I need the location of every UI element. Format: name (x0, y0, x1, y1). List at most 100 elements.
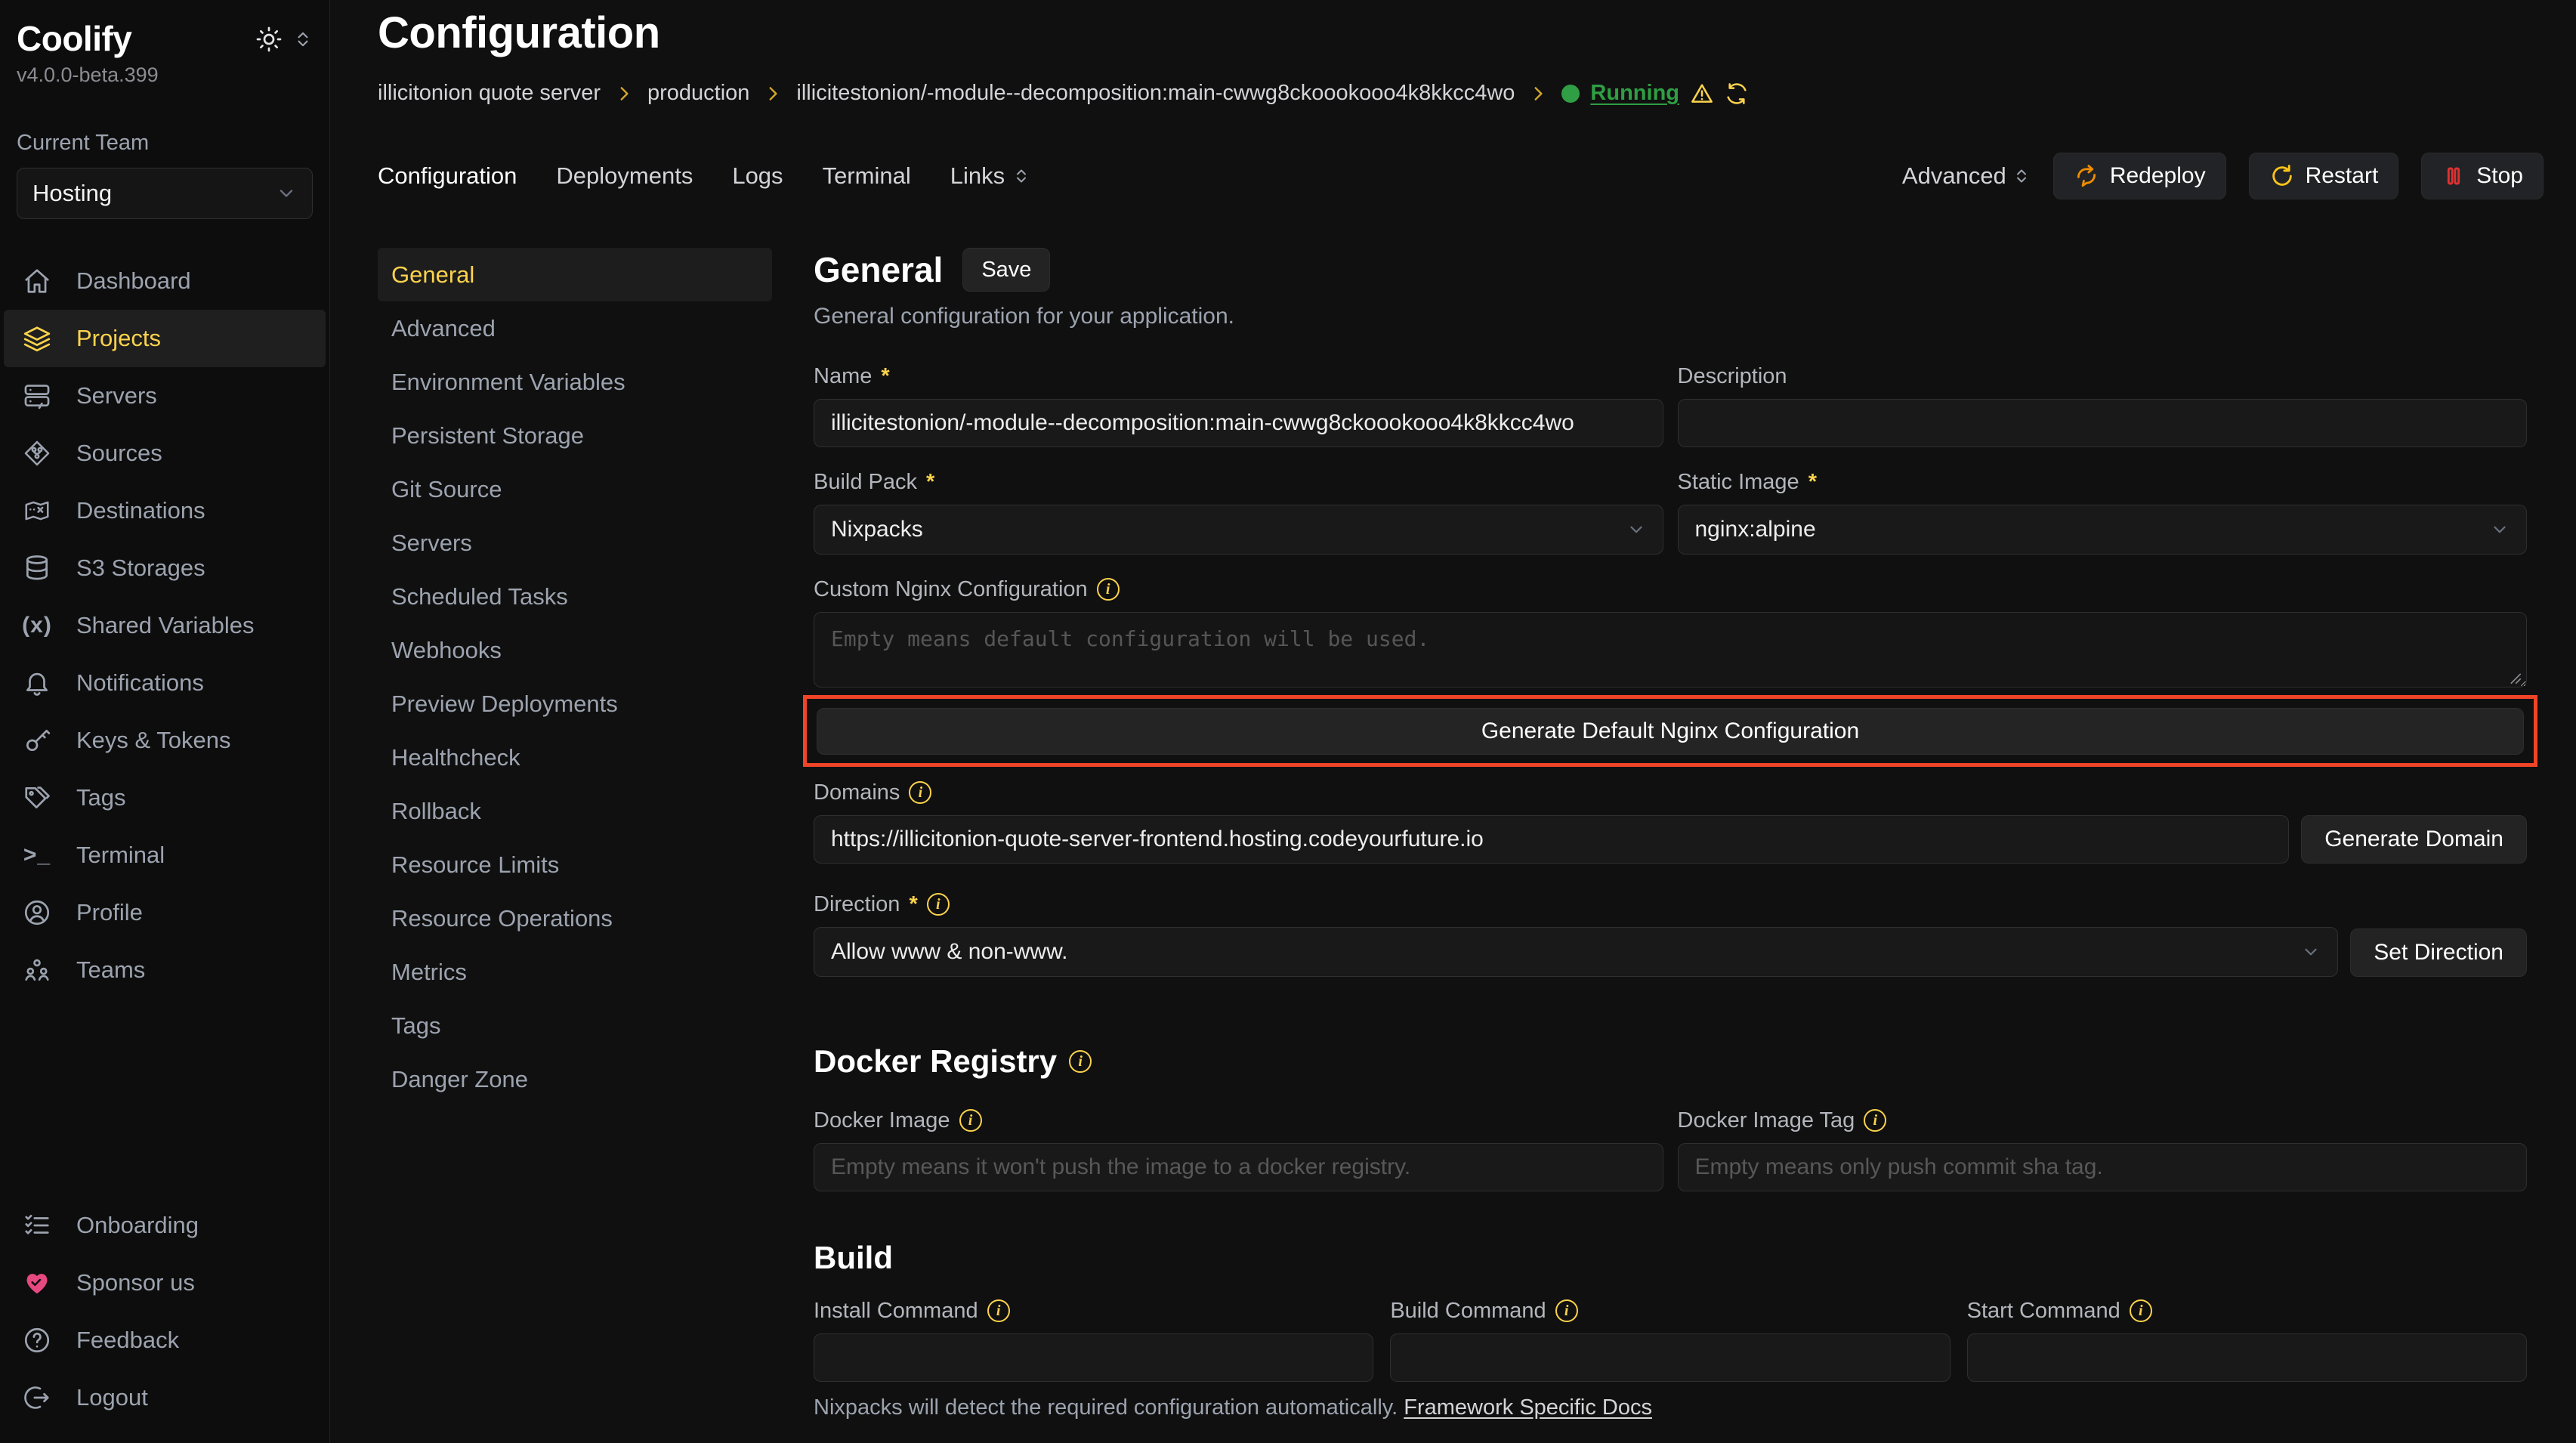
advanced-toggle-label: Advanced (1902, 162, 2006, 190)
sidebar-item-sponsor[interactable]: Sponsor us (4, 1254, 326, 1312)
subnav-metrics[interactable]: Metrics (378, 945, 772, 999)
required-marker: * (926, 470, 934, 495)
subnav-servers[interactable]: Servers (378, 516, 772, 570)
subnav-resource-limits[interactable]: Resource Limits (378, 838, 772, 891)
custom-nginx-textarea[interactable] (814, 612, 2527, 688)
chevrons-up-down-icon (2012, 167, 2031, 185)
redeploy-icon (2074, 163, 2099, 189)
main-content: Configuration illicitonion quote server … (330, 0, 2576, 1443)
install-command-input[interactable] (814, 1333, 1373, 1382)
restart-button[interactable]: Restart (2249, 153, 2399, 199)
build-heading: Build (814, 1240, 893, 1276)
config-subnav: General Advanced Environment Variables P… (378, 248, 772, 1106)
generate-domain-button[interactable]: Generate Domain (2301, 815, 2527, 864)
team-select[interactable]: Hosting (17, 168, 313, 219)
sidebar-item-servers[interactable]: Servers (4, 367, 326, 425)
subnav-webhooks[interactable]: Webhooks (378, 623, 772, 677)
status-badge[interactable]: Running (1590, 81, 1679, 106)
refresh-icon[interactable] (1725, 82, 1749, 106)
breadcrumb-application[interactable]: illicitestonion/-module--decomposition:m… (796, 81, 1515, 106)
breadcrumb-project[interactable]: illicitonion quote server (378, 81, 601, 106)
subnav-rollback[interactable]: Rollback (378, 784, 772, 838)
framework-docs-link[interactable]: Framework Specific Docs (1404, 1395, 1652, 1420)
terminal-icon: >_ (22, 842, 52, 868)
advanced-toggle[interactable]: Advanced (1902, 162, 2031, 190)
sidebar-item-feedback[interactable]: Feedback (4, 1312, 326, 1369)
docker-image-label: Docker Image (814, 1108, 950, 1133)
static-image-select[interactable]: nginx:alpine (1678, 505, 2528, 555)
direction-value: Allow www & non-www. (831, 939, 1067, 965)
build-pack-select[interactable]: Nixpacks (814, 505, 1663, 555)
sidebar-item-onboarding[interactable]: Onboarding (4, 1197, 326, 1254)
breadcrumb-environment[interactable]: production (647, 81, 749, 106)
sidebar-item-destinations[interactable]: Destinations (4, 482, 326, 539)
heart-icon (22, 1268, 52, 1297)
sidebar-footer: Onboarding Sponsor us Feedback Logout (0, 1197, 329, 1426)
generate-nginx-config-button[interactable]: Generate Default Nginx Configuration (817, 708, 2524, 755)
subnav-environment-variables[interactable]: Environment Variables (378, 355, 772, 409)
subnav-general[interactable]: General (378, 248, 772, 301)
custom-nginx-label: Custom Nginx Configuration (814, 577, 1088, 602)
sidebar-item-notifications[interactable]: Notifications (4, 654, 326, 712)
subnav-resource-operations[interactable]: Resource Operations (378, 891, 772, 945)
sidebar-item-projects[interactable]: Projects (4, 310, 326, 367)
sidebar-item-label: Profile (76, 899, 143, 926)
sidebar-item-teams[interactable]: Teams (4, 941, 326, 999)
annotation-highlight-box: Generate Default Nginx Configuration (803, 695, 2537, 767)
start-command-label: Start Command (1967, 1299, 2120, 1324)
required-marker: * (881, 364, 889, 389)
sidebar-item-label: S3 Storages (76, 555, 205, 582)
domains-input[interactable] (814, 815, 2289, 864)
subnav-persistent-storage[interactable]: Persistent Storage (378, 409, 772, 462)
description-input[interactable] (1678, 399, 2528, 447)
subnav-scheduled-tasks[interactable]: Scheduled Tasks (378, 570, 772, 623)
sidebar-item-tags[interactable]: Tags (4, 769, 326, 827)
subnav-preview-deployments[interactable]: Preview Deployments (378, 677, 772, 731)
name-label: Name (814, 364, 872, 389)
sidebar-item-label: Sources (76, 440, 162, 467)
sidebar-item-label: Shared Variables (76, 612, 255, 639)
stop-button[interactable]: Stop (2421, 153, 2544, 199)
section-subtitle: General configuration for your applicati… (814, 304, 2527, 329)
sidebar-item-shared-variables[interactable]: (x) Shared Variables (4, 597, 326, 654)
save-button[interactable]: Save (962, 248, 1050, 292)
theme-sun-icon[interactable] (255, 26, 283, 53)
redeploy-button[interactable]: Redeploy (2053, 153, 2226, 199)
sidebar-item-terminal[interactable]: >_ Terminal (4, 827, 326, 884)
subnav-danger-zone[interactable]: Danger Zone (378, 1052, 772, 1106)
restart-button-label: Restart (2306, 163, 2379, 189)
subnav-git-source[interactable]: Git Source (378, 462, 772, 516)
tab-terminal[interactable]: Terminal (823, 162, 911, 190)
subnav-healthcheck[interactable]: Healthcheck (378, 731, 772, 784)
sidebar-item-keys-tokens[interactable]: Keys & Tokens (4, 712, 326, 769)
docker-image-tag-input[interactable] (1678, 1143, 2528, 1191)
direction-select[interactable]: Allow www & non-www. (814, 927, 2338, 977)
subnav-tags[interactable]: Tags (378, 999, 772, 1052)
general-form: General Save General configuration for y… (814, 248, 2527, 1443)
name-input[interactable] (814, 399, 1663, 447)
theme-switcher-chevrons-icon[interactable] (293, 29, 313, 49)
description-label: Description (1678, 364, 1787, 389)
build-command-input[interactable] (1390, 1333, 1950, 1382)
sidebar-item-sources[interactable]: Sources (4, 425, 326, 482)
tab-logs[interactable]: Logs (732, 162, 783, 190)
status-group: Running (1561, 81, 1749, 106)
tab-configuration[interactable]: Configuration (378, 162, 517, 190)
warning-triangle-icon[interactable] (1690, 82, 1714, 106)
app-logo: Coolify (17, 18, 131, 59)
info-icon (1069, 1050, 1092, 1073)
tab-deployments[interactable]: Deployments (556, 162, 693, 190)
sidebar-item-logout[interactable]: Logout (4, 1369, 326, 1426)
sidebar-item-dashboard[interactable]: Dashboard (4, 252, 326, 310)
subnav-advanced[interactable]: Advanced (378, 301, 772, 355)
sidebar-item-profile[interactable]: Profile (4, 884, 326, 941)
status-dot (1561, 85, 1580, 103)
docker-image-input[interactable] (814, 1143, 1663, 1191)
chevron-right-icon (614, 84, 634, 104)
start-command-input[interactable] (1967, 1333, 2527, 1382)
info-icon (1864, 1109, 1886, 1132)
sidebar-item-s3-storages[interactable]: S3 Storages (4, 539, 326, 597)
set-direction-button[interactable]: Set Direction (2350, 929, 2527, 977)
current-team-label: Current Team (17, 131, 313, 156)
tab-links[interactable]: Links (950, 162, 1030, 190)
